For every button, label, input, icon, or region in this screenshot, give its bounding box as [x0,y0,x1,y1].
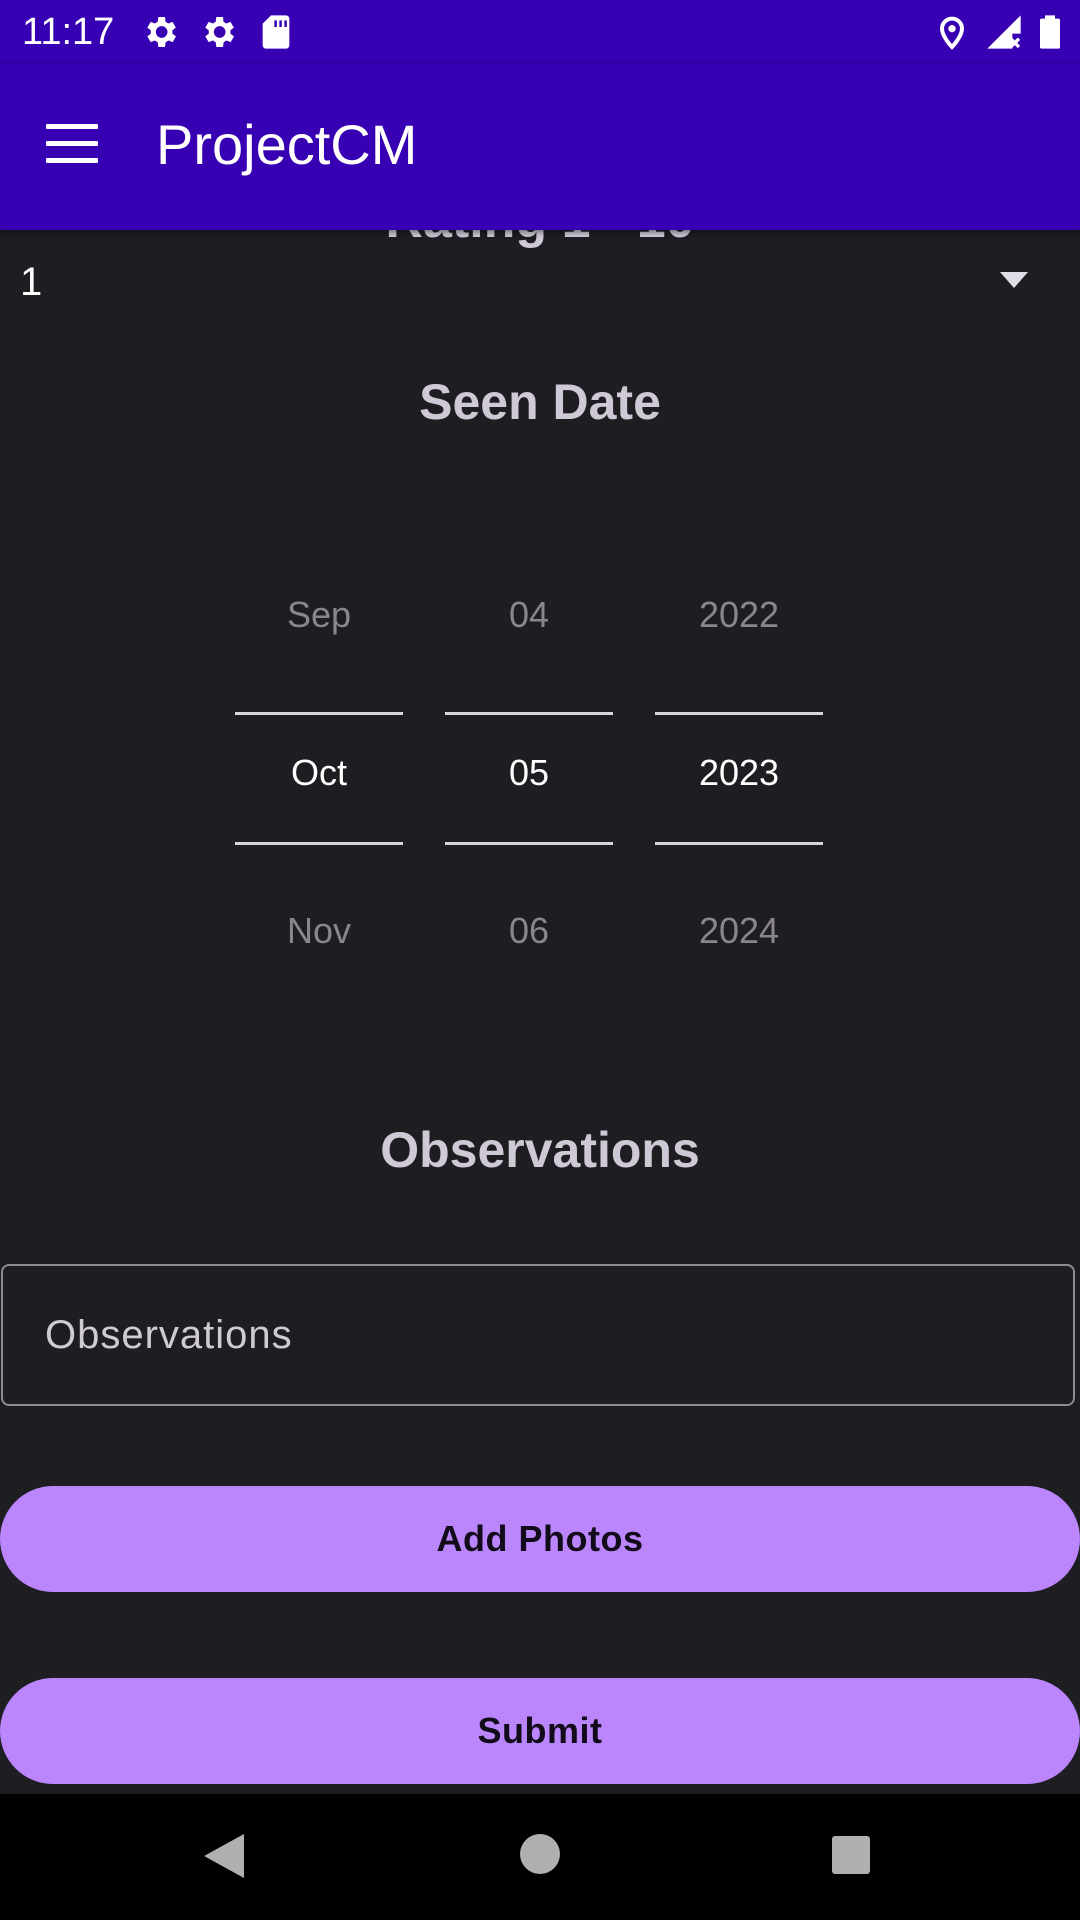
submit-button[interactable]: Submit [0,1678,1080,1784]
day-next[interactable]: 06 [445,906,613,956]
dropdown-arrow-icon[interactable] [1000,272,1028,288]
settings-icon [205,17,234,47]
year-next[interactable]: 2024 [655,906,823,956]
day-prev[interactable]: 04 [445,590,613,640]
picker-divider [445,842,613,845]
month-prev[interactable]: Sep [235,590,403,640]
app-title: ProjectCM [156,113,418,176]
picker-divider [235,842,403,845]
month-picker[interactable]: Sep Oct Nov [235,590,403,990]
add-photos-button[interactable]: Add Photos [0,1486,1080,1592]
picker-divider [445,712,613,715]
app-bar: ProjectCM [0,64,1080,230]
sd-card-icon [262,15,290,49]
year-prev[interactable]: 2022 [655,590,823,640]
home-icon[interactable] [520,1834,560,1874]
day-picker[interactable]: 04 05 06 [445,590,613,990]
recents-icon[interactable] [832,1836,870,1874]
signal-icon [987,15,1021,49]
year-current[interactable]: 2023 [655,748,823,798]
settings-icon [147,17,176,47]
navigation-bar [0,1794,1080,1920]
hamburger-menu-icon[interactable] [46,124,98,164]
year-picker[interactable]: 2022 2023 2024 [655,590,823,990]
observations-title: Observations [380,1122,700,1178]
picker-divider [655,712,823,715]
location-icon [939,16,965,50]
rating-dropdown-value[interactable]: 1 [20,254,42,310]
picker-divider [235,712,403,715]
status-bar: 11:17 [0,0,1080,64]
picker-divider [655,842,823,845]
seen-date-title: Seen Date [419,374,661,430]
month-current[interactable]: Oct [235,748,403,798]
month-next[interactable]: Nov [235,906,403,956]
battery-icon [1040,15,1060,49]
observations-input[interactable] [1,1264,1075,1406]
back-icon[interactable] [204,1834,244,1878]
status-time: 11:17 [22,11,115,53]
day-current[interactable]: 05 [445,748,613,798]
